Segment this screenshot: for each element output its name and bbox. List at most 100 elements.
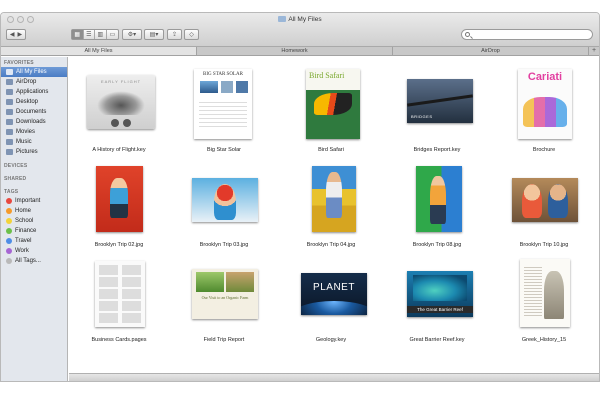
person-photo [522, 184, 542, 218]
window-title-text: All My Files [288, 16, 322, 23]
tags-button[interactable]: ◇ [184, 29, 199, 40]
brooklyn-trip-10-thumbnail [512, 178, 578, 222]
view-mode-selector[interactable]: ▦ ☰ ▥ ▭ [71, 29, 119, 40]
file-name: Geology.key [315, 337, 347, 343]
music-icon [6, 139, 13, 145]
sidebar-item-applications[interactable]: Applications [1, 87, 67, 97]
sidebar-tag-work[interactable]: Work [1, 246, 67, 256]
share-button[interactable]: ⇪ [167, 29, 182, 40]
article-text [524, 265, 542, 317]
brooklyn-trip-08-thumbnail [416, 166, 462, 232]
file-item-brooklyn-trip-03[interactable]: Brooklyn Trip 03.jpg [174, 160, 274, 252]
all-files-icon [6, 69, 13, 75]
tab-airdrop[interactable]: AirDrop [393, 47, 589, 55]
reef-photo [413, 275, 467, 301]
forward-arrow-icon[interactable]: ▶ [18, 31, 23, 38]
file-name: Brooklyn Trip 02.jpg [94, 242, 144, 248]
arrange-menu-button[interactable]: ▤▾ [144, 29, 164, 40]
file-item-great-barrier-reef[interactable]: The Great Barrier Reef Great Barrier Ree… [387, 255, 487, 347]
file-item-greek-history[interactable]: Greek_History_15 [494, 255, 594, 347]
statue-photo [544, 271, 564, 319]
sidebar-item-all-my-files[interactable]: All My Files [1, 67, 67, 77]
file-item-brooklyn-trip-10[interactable]: Brooklyn Trip 10.jpg [494, 160, 594, 252]
sidebar-tag-important[interactable]: Important [1, 196, 67, 206]
sidebar-item-label: Music [16, 139, 32, 145]
file-item-brooklyn-trip-08[interactable]: Brooklyn Trip 08.jpg [387, 160, 487, 252]
back-forward-buttons[interactable]: ◀ ▶ [6, 29, 26, 40]
file-item-brochure[interactable]: Cariati Brochure [494, 65, 594, 157]
tag-color-icon [6, 198, 12, 204]
airdrop-icon [6, 79, 13, 85]
file-item-geology[interactable]: PLANET Geology.key [281, 255, 381, 347]
planet-horizon [301, 301, 367, 315]
sidebar-item-pictures[interactable]: Pictures [1, 147, 67, 157]
bridge-photo [407, 94, 473, 107]
tag-color-icon [6, 248, 12, 254]
sidebar-tag-finance[interactable]: Finance [1, 226, 67, 236]
new-tab-button[interactable]: + [589, 47, 599, 55]
file-item-big-star-solar[interactable]: BIG STAR SOLAR Big Star Solar [174, 65, 274, 157]
sidebar-tag-all-tags[interactable]: All Tags... [1, 256, 67, 266]
file-item-business-cards[interactable]: Business Cards.pages [69, 255, 169, 347]
file-item-brooklyn-trip-04[interactable]: Brooklyn Trip 04.jpg [281, 160, 381, 252]
sidebar-item-label: AirDrop [16, 79, 37, 85]
sidebar-tag-home[interactable]: Home [1, 206, 67, 216]
action-menu-button[interactable]: ⚙▾ [122, 29, 142, 40]
field-trip-thumb-title: Our Visit to an Organic Farm [201, 295, 249, 300]
sidebar-tag-travel[interactable]: Travel [1, 236, 67, 246]
play-icon[interactable] [111, 119, 119, 127]
options-icon[interactable] [123, 119, 131, 127]
sidebar-item-downloads[interactable]: Downloads [1, 117, 67, 127]
documents-icon [6, 109, 13, 115]
sidebar-item-label: Downloads [16, 119, 46, 125]
finder-window: All My Files ◀ ▶ ▦ ☰ ▥ ▭ ⚙▾ ▤▾ ⇪ ◇ All My… [0, 12, 600, 382]
downloads-icon [6, 119, 13, 125]
icon-view-icon[interactable]: ▦ [72, 30, 84, 39]
greek-history-thumbnail [520, 259, 570, 327]
file-name: Brochure [532, 147, 556, 153]
farm-photo-2 [226, 272, 254, 292]
sidebar-item-label: Documents [16, 109, 47, 115]
back-arrow-icon[interactable]: ◀ [10, 31, 15, 38]
sidebar-item-label: Desktop [16, 99, 39, 105]
solar-panel-photo-2 [221, 81, 233, 93]
tab-homework[interactable]: Homework [197, 47, 393, 55]
cover-flow-view-icon[interactable]: ▭ [107, 30, 118, 39]
sidebar-item-airdrop[interactable]: AirDrop [1, 77, 67, 87]
big-star-solar-thumb-title: BIG STAR SOLAR [203, 72, 243, 77]
search-input[interactable] [461, 29, 593, 40]
file-item-bridges-report[interactable]: BRIDGES Bridges Report.key [387, 65, 487, 157]
sidebar-item-desktop[interactable]: Desktop [1, 97, 67, 107]
person-photo [110, 178, 128, 218]
column-view-icon[interactable]: ▥ [95, 30, 107, 39]
sidebar-shared-header: SHARED [4, 176, 27, 182]
bird-safari-thumbnail: Bird Safari [306, 69, 360, 139]
airplane-photo [97, 91, 145, 115]
sidebar-tag-school[interactable]: School [1, 216, 67, 226]
tab-bar: All My Files Homework AirDrop + [1, 47, 599, 56]
file-name: Bird Safari [318, 147, 344, 153]
file-item-brooklyn-trip-02[interactable]: Brooklyn Trip 02.jpg [69, 160, 169, 252]
file-item-field-trip-report[interactable]: Our Visit to an Organic Farm Field Trip … [174, 255, 274, 347]
sidebar-item-movies[interactable]: Movies [1, 127, 67, 137]
geology-thumbnail: PLANET [301, 273, 367, 315]
brooklyn-trip-03-thumbnail [192, 178, 258, 222]
history-of-flight-thumb-title: EARLY FLIGHT [100, 79, 142, 84]
solar-panel-photo-3 [236, 81, 248, 93]
file-item-bird-safari[interactable]: Bird Safari Bird Safari [281, 65, 381, 157]
sidebar-item-music[interactable]: Music [1, 137, 67, 147]
list-view-icon[interactable]: ☰ [84, 30, 96, 39]
file-item-history-of-flight[interactable]: EARLY FLIGHT A History of Flight.key [69, 65, 169, 157]
tab-all-my-files[interactable]: All My Files [1, 47, 197, 55]
tag-icon: ◇ [189, 32, 194, 38]
sidebar-item-documents[interactable]: Documents [1, 107, 67, 117]
search-icon [465, 32, 470, 37]
farm-photo [196, 272, 224, 292]
person-photo [214, 184, 236, 220]
sidebar-item-label: Pictures [16, 149, 38, 155]
tag-color-icon [6, 208, 12, 214]
file-name: Brooklyn Trip 10.jpg [519, 242, 569, 248]
file-name: Brooklyn Trip 03.jpg [199, 242, 249, 248]
brooklyn-trip-04-thumbnail [312, 166, 356, 232]
arrange-icon: ▤▾ [149, 32, 159, 38]
